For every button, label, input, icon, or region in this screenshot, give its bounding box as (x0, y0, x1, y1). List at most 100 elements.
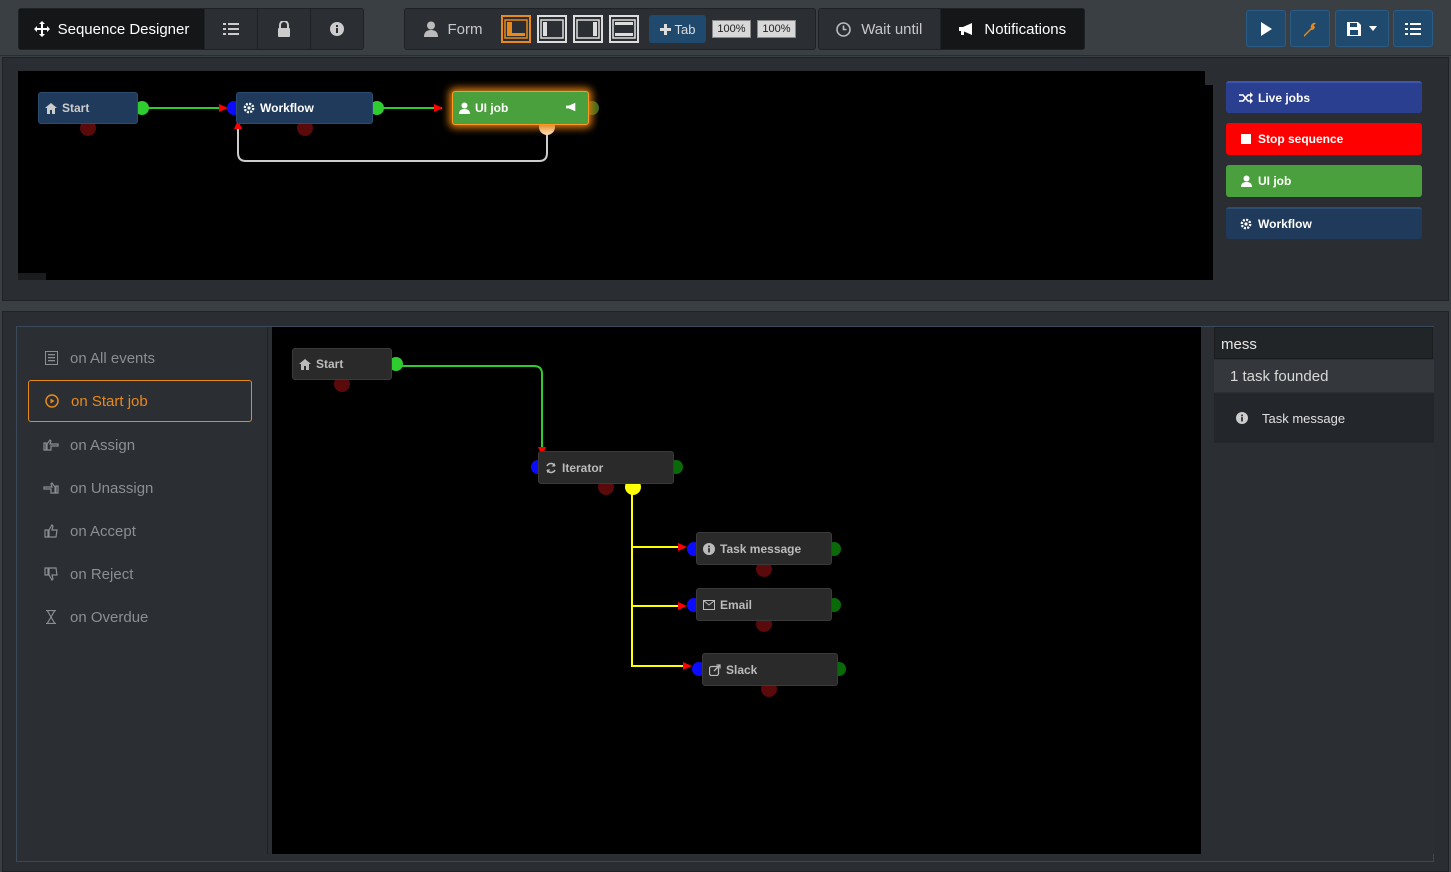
list-icon (1405, 22, 1421, 36)
workflow-node[interactable]: Workflow (236, 92, 373, 124)
start-node-label: Start (62, 101, 90, 115)
bullhorn-icon (958, 22, 974, 36)
settings-button[interactable] (1290, 10, 1330, 47)
sequence-canvas[interactable]: Start Workflow UI job (18, 71, 1213, 280)
list-alt-icon (42, 351, 60, 365)
event-item-accept[interactable]: on Accept (28, 510, 252, 552)
clock-icon (836, 21, 852, 37)
workflow-palette-label: Workflow (1258, 217, 1312, 231)
ui-job-palette-label: UI job (1258, 174, 1292, 188)
task-message-node[interactable]: Task message (696, 532, 832, 565)
start-node[interactable]: Start (292, 348, 392, 380)
workflow-palette-button[interactable]: Workflow (1226, 207, 1422, 239)
event-item-label: on Unassign (70, 479, 154, 497)
event-item-label: on Reject (70, 565, 134, 583)
toolbar-form-group: Form Tab 100% 100% (404, 8, 816, 50)
event-item-label: on Overdue (70, 608, 149, 626)
info-icon (330, 22, 344, 36)
stop-sequence-button[interactable]: Stop sequence (1226, 123, 1422, 155)
info-button[interactable] (311, 9, 363, 49)
envelope-icon (703, 599, 715, 610)
floppy-icon (1347, 21, 1361, 36)
home-icon (299, 358, 311, 370)
start-node[interactable]: Start (38, 92, 138, 124)
main-toolbar: Sequence Designer Form Tab 100% 100% Wai… (0, 0, 1451, 56)
layout-full-button[interactable] (501, 15, 531, 43)
wait-until-button[interactable]: Wait until (819, 9, 941, 49)
event-item-all[interactable]: on All events (28, 337, 252, 379)
shuffle-icon (1234, 92, 1258, 104)
canvas-corner-handle[interactable] (18, 273, 46, 280)
plus-icon (659, 23, 671, 35)
user-icon (1234, 175, 1258, 187)
form-button[interactable]: Form (405, 9, 501, 49)
iterator-node[interactable]: Iterator (538, 451, 674, 484)
ui-job-node-label: UI job (475, 101, 509, 115)
layout-top-icon (612, 19, 636, 39)
event-item-reject[interactable]: on Reject (28, 553, 252, 595)
event-item-start-job[interactable]: on Start job (28, 380, 252, 422)
form-label: Form (447, 20, 483, 38)
toolbar-left-group: Sequence Designer (18, 8, 364, 50)
hand-left-icon (42, 482, 60, 494)
live-jobs-button[interactable]: Live jobs (1226, 81, 1422, 113)
notifications-button[interactable]: Notifications (940, 9, 1084, 49)
event-item-unassign[interactable]: on Unassign (28, 467, 252, 509)
event-item-overdue[interactable]: on Overdue (28, 596, 252, 638)
layout-left-button[interactable] (537, 15, 567, 43)
menu-button[interactable] (1393, 10, 1433, 47)
save-button[interactable] (1335, 10, 1389, 47)
event-item-label: on Assign (70, 436, 136, 454)
list-view-button[interactable] (205, 9, 258, 49)
user-icon (459, 102, 470, 114)
gear-icon (1234, 218, 1258, 230)
user-icon (423, 21, 438, 37)
info-icon (703, 542, 715, 555)
iterator-node-label: Iterator (562, 460, 604, 475)
thumbs-up-icon (42, 524, 60, 538)
event-item-assign[interactable]: on Assign (28, 424, 252, 466)
node-palette: Live jobs Stop sequence UI job Workflow (1226, 81, 1422, 249)
sequence-designer-label: Sequence Designer (57, 20, 190, 38)
stop-icon (1234, 134, 1258, 144)
ui-job-palette-button[interactable]: UI job (1226, 165, 1422, 197)
wrench-icon (1302, 21, 1318, 37)
search-result-label: Task message (1262, 410, 1346, 426)
layout-top-button[interactable] (609, 15, 639, 43)
search-result-count: 1 task founded (1214, 360, 1434, 392)
email-node-label: Email (720, 597, 753, 612)
event-item-label: on Accept (70, 522, 136, 540)
layout-right-button[interactable] (573, 15, 603, 43)
ui-job-node[interactable]: UI job (452, 91, 589, 125)
lock-icon (277, 21, 291, 37)
search-result-item[interactable]: Task message (1214, 393, 1434, 443)
share-icon (709, 663, 721, 676)
email-node[interactable]: Email (696, 588, 832, 621)
task-search-input[interactable]: mess (1214, 327, 1433, 359)
caret-down-icon (1369, 26, 1377, 31)
lock-button[interactable] (258, 9, 311, 49)
add-tab-button[interactable]: Tab (649, 15, 706, 43)
run-button[interactable] (1246, 10, 1286, 47)
zoom-height-field[interactable]: 100% (757, 20, 796, 38)
refresh-icon (545, 462, 557, 474)
workflow-node-label: Workflow (260, 101, 314, 115)
start-node-label: Start (316, 357, 344, 371)
slack-node[interactable]: Slack (702, 653, 838, 686)
event-item-label: on Start job (71, 392, 148, 410)
hand-right-icon (42, 439, 60, 451)
zoom-width-field[interactable]: 100% (712, 20, 751, 38)
sequence-designer-button[interactable]: Sequence Designer (19, 9, 205, 49)
add-tab-label: Tab (674, 21, 696, 37)
gear-icon (243, 102, 255, 114)
wait-until-label: Wait until (861, 20, 923, 38)
toolbar-actions-group: Wait until Notifications (818, 8, 1085, 50)
event-flow-canvas[interactable]: Start Iterator Task message Email Slack (272, 327, 1201, 854)
move-icon (33, 21, 50, 37)
event-list: on All events on Start job on Assign on … (18, 327, 268, 854)
layout-right-icon (576, 19, 600, 39)
canvas-scrollbar-thumb[interactable] (1205, 71, 1213, 85)
layout-icon (504, 19, 528, 39)
list-icon (223, 22, 239, 36)
stop-sequence-label: Stop sequence (1258, 132, 1344, 146)
